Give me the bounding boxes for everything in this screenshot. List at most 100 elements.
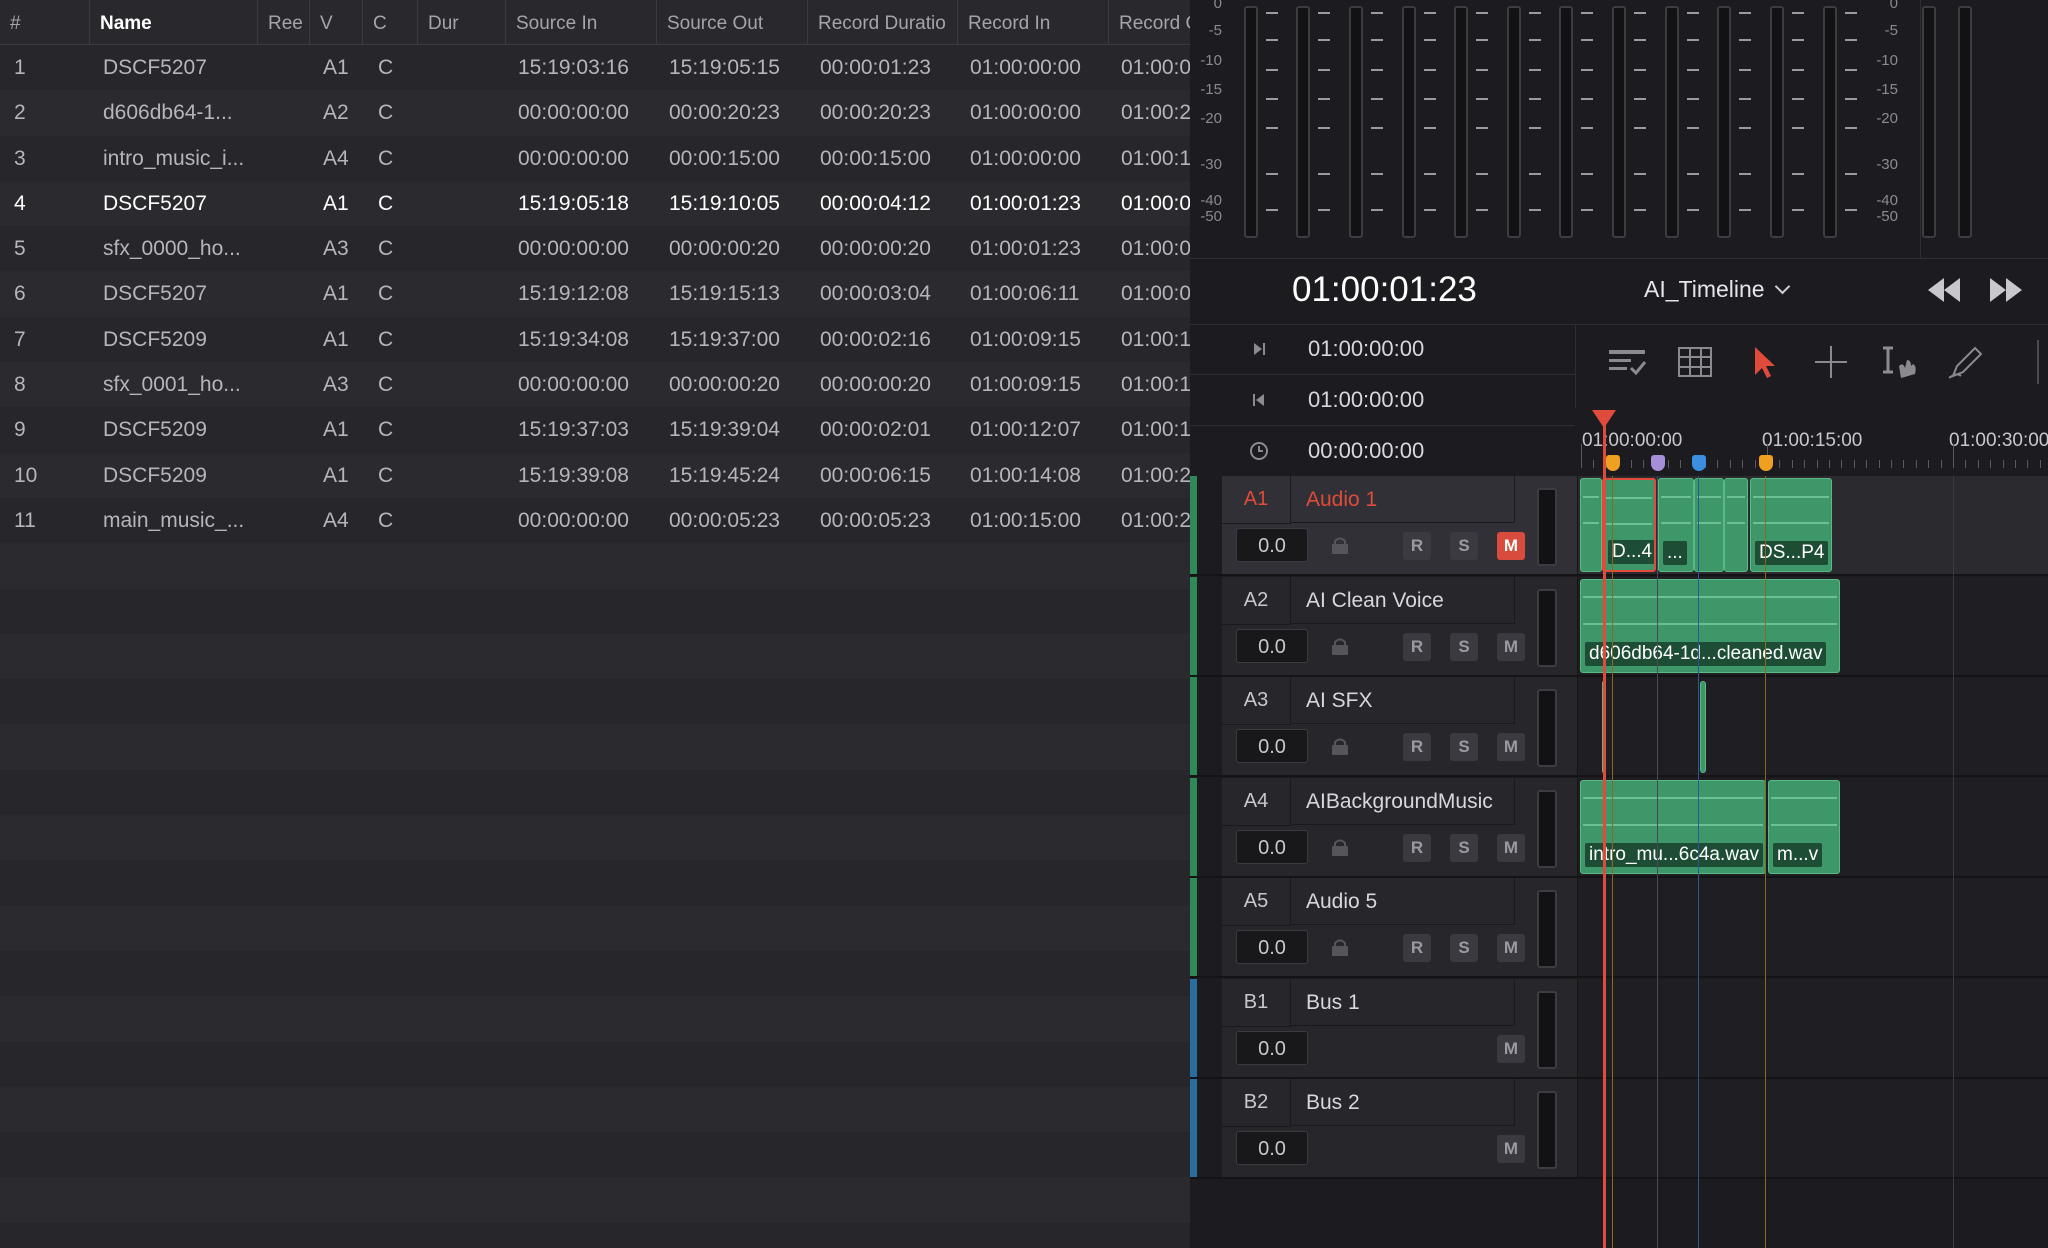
col-header-name[interactable]: Name (90, 0, 258, 44)
duration-value[interactable]: 00:00:00:00 (1308, 438, 1424, 464)
track-header[interactable]: A3 AI SFX 0.0 R S M (1222, 677, 1578, 775)
track-a3[interactable]: A3 AI SFX 0.0 R S M (1190, 677, 2048, 777)
edit-select-icon[interactable] (1875, 342, 1919, 382)
out-point-value[interactable]: 01:00:00:00 (1308, 387, 1424, 413)
track-lane[interactable]: D...4... DS...P4 (1578, 476, 2048, 574)
record-arm-button[interactable]: R (1403, 733, 1431, 761)
solo-button[interactable]: S (1450, 632, 1478, 661)
timecode-display[interactable]: 01:00:01:23 (1292, 270, 1477, 310)
mute-button[interactable]: M (1497, 1135, 1525, 1163)
edit-index-icon[interactable] (1605, 342, 1649, 382)
col-header-source-in[interactable]: Source In (506, 0, 657, 44)
track-a4[interactable]: A4 AIBackgroundMusic 0.0 R S M intro_mu.… (1190, 777, 2048, 878)
track-lane[interactable] (1578, 1079, 2048, 1177)
rewind-icon[interactable] (1926, 274, 1964, 306)
track-lane[interactable] (1578, 878, 2048, 976)
track-name[interactable]: Audio 1 (1290, 476, 1515, 523)
table-row[interactable]: 1 DSCF5207 A1 C 15:19:03:16 15:19:05:15 00:00:… (0, 45, 1190, 90)
track-name[interactable]: Bus 1 (1290, 978, 1515, 1026)
track-volume-field[interactable]: 0.0 (1236, 829, 1308, 864)
track-name[interactable]: Bus 2 (1290, 1079, 1515, 1126)
table-row[interactable]: 9 DSCF5209 A1 C 15:19:37:03 15:19:39:04 00:00:… (0, 407, 1190, 452)
track-lane[interactable] (1578, 677, 2048, 775)
audio-clip[interactable]: DS...P4 (1750, 478, 1832, 572)
track-name[interactable]: AI Clean Voice (1290, 576, 1515, 624)
col-header-number[interactable]: # (0, 0, 90, 44)
track-header[interactable]: A1 Audio 1 0.0 R S M (1222, 476, 1578, 574)
table-row[interactable]: 7 DSCF5209 A1 C 15:19:34:08 15:19:37:00 00:00:… (0, 317, 1190, 362)
audio-clip[interactable]: intro_mu...6c4a.wav (1580, 779, 1766, 874)
solo-button[interactable]: S (1450, 833, 1478, 862)
track-header[interactable]: A5 Audio 5 0.0 R S M (1222, 878, 1578, 976)
table-row[interactable]: 10 DSCF5209 A1 C 15:19:39:08 15:19:45:24 00:00… (0, 452, 1190, 498)
audio-clip[interactable]: d606db64-1d...cleaned.wav (1580, 578, 1840, 673)
solo-button[interactable]: S (1450, 934, 1478, 962)
table-row[interactable]: 2 d606db64-1... A2 C 00:00:00:00 00:00:20:23 0… (0, 90, 1190, 136)
timeline-marker-purple[interactable] (1651, 455, 1665, 471)
col-header-dur[interactable]: Dur (418, 0, 506, 44)
table-row[interactable]: 8 sfx_0001_ho... A3 C 00:00:00:00 00:00:00:20… (0, 362, 1190, 408)
table-row[interactable]: 6 DSCF5207 A1 C 15:19:12:08 15:19:15:13 00:00:… (0, 271, 1190, 317)
timeline-ruler[interactable]: 01:00:00:00 01:00:15:00 01:00:30:00 (1575, 408, 2048, 477)
record-arm-button[interactable]: R (1403, 934, 1431, 962)
lock-icon[interactable] (1330, 938, 1350, 956)
mute-button[interactable]: M (1497, 532, 1525, 560)
lock-icon[interactable] (1330, 536, 1350, 554)
track-header[interactable]: A4 AIBackgroundMusic 0.0 R S M (1222, 777, 1578, 876)
track-lane[interactable]: intro_mu...6c4a.wav m...v (1578, 777, 2048, 876)
pencil-icon[interactable] (1943, 342, 1987, 382)
table-row[interactable]: 3 intro_music_i... A4 C 00:00:00:00 00:00:15:… (0, 136, 1190, 181)
playhead-handle[interactable] (1592, 410, 1616, 428)
track-a2[interactable]: A2 AI Clean Voice 0.0 R S M d606db64-1d.… (1190, 576, 2048, 677)
range-select-icon[interactable] (1809, 342, 1853, 382)
solo-button[interactable]: S (1450, 733, 1478, 761)
mute-button[interactable]: M (1497, 833, 1525, 862)
track-b2[interactable]: B2 Bus 2 0.0 M (1190, 1079, 2048, 1179)
table-row[interactable]: 4 DSCF5207 A1 C 15:19:05:18 15:19:10:05 00:00:… (0, 180, 1190, 227)
record-arm-button[interactable]: R (1403, 632, 1431, 661)
col-header-record-duration[interactable]: Record Duratio (808, 0, 958, 44)
timeline-marker-blue[interactable] (1692, 455, 1706, 471)
track-volume-field[interactable]: 0.0 (1236, 1131, 1308, 1165)
fast-forward-icon[interactable] (1986, 274, 2024, 306)
track-a1[interactable]: A1 Audio 1 0.0 R S M D...4... DS...P4 (1190, 476, 2048, 576)
audio-clip[interactable]: ... (1658, 478, 1694, 572)
lock-icon[interactable] (1330, 838, 1350, 856)
track-volume-field[interactable]: 0.0 (1236, 729, 1308, 763)
track-volume-field[interactable]: 0.0 (1236, 528, 1308, 562)
col-header-record-out[interactable]: Record O (1109, 0, 1190, 44)
record-arm-button[interactable]: R (1403, 532, 1431, 560)
track-lane[interactable] (1578, 978, 2048, 1077)
col-header-record-in[interactable]: Record In (958, 0, 1109, 44)
track-volume-field[interactable]: 0.0 (1236, 628, 1308, 663)
timeline-marker-orange[interactable] (1606, 455, 1620, 471)
grid-icon[interactable] (1673, 342, 1717, 382)
audio-clip[interactable] (1580, 478, 1602, 572)
track-header[interactable]: A2 AI Clean Voice 0.0 R S M (1222, 576, 1578, 675)
record-arm-button[interactable]: R (1403, 833, 1431, 862)
track-volume-field[interactable]: 0.0 (1236, 930, 1308, 964)
track-header[interactable]: B1 Bus 1 0.0 M (1222, 978, 1578, 1077)
mute-button[interactable]: M (1497, 733, 1525, 761)
track-volume-field[interactable]: 0.0 (1236, 1030, 1308, 1065)
timeline-marker-orange-2[interactable] (1759, 455, 1773, 471)
track-name[interactable]: Audio 5 (1290, 878, 1515, 925)
table-row[interactable]: 11 main_music_... A4 C 00:00:00:00 00:00:05:2… (0, 498, 1190, 543)
lock-icon[interactable] (1330, 637, 1350, 655)
audio-clip[interactable]: D...4 (1602, 478, 1656, 572)
lock-icon[interactable] (1330, 737, 1350, 755)
pointer-icon[interactable] (1741, 342, 1785, 382)
col-header-reel[interactable]: Ree (258, 0, 310, 44)
audio-clip[interactable] (1724, 478, 1748, 572)
table-row[interactable]: 5 sfx_0000_ho... A3 C 00:00:00:00 00:00:00:20… (0, 226, 1190, 271)
mute-button[interactable]: M (1497, 934, 1525, 962)
solo-button[interactable]: S (1450, 532, 1478, 560)
playhead[interactable] (1603, 412, 1606, 1248)
col-header-v[interactable]: V (310, 0, 363, 44)
track-name[interactable]: AI SFX (1290, 677, 1515, 724)
track-header[interactable]: B2 Bus 2 0.0 M (1222, 1079, 1578, 1177)
track-b1[interactable]: B1 Bus 1 0.0 M (1190, 978, 2048, 1079)
track-a5[interactable]: A5 Audio 5 0.0 R S M (1190, 878, 2048, 978)
track-name[interactable]: AIBackgroundMusic (1290, 777, 1515, 825)
track-lane[interactable]: d606db64-1d...cleaned.wav (1578, 576, 2048, 675)
